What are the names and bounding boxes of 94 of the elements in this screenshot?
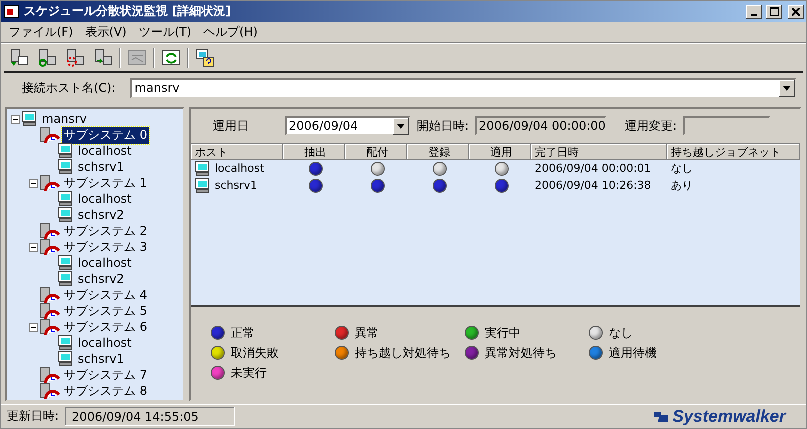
maximize-button[interactable] — [766, 4, 782, 18]
server-clock-icon — [40, 383, 60, 399]
tree-item[interactable]: サブシステム 6 — [62, 318, 150, 336]
legend-label: 未実行 — [231, 364, 267, 382]
column-header[interactable]: 抽出 — [283, 144, 345, 160]
computer-icon — [58, 335, 74, 351]
host-dropdown[interactable]: mansrv — [130, 78, 797, 98]
minus-icon — [31, 180, 36, 186]
collapse-toggle[interactable] — [11, 114, 20, 124]
minus-icon — [31, 324, 36, 330]
tree-item[interactable]: サブシステム 1 — [62, 174, 150, 192]
close-icon — [792, 8, 800, 16]
legend-label: 持ち越し対処待ち — [355, 344, 451, 362]
computer-icon — [58, 191, 74, 207]
tree-item[interactable]: サブシステム 5 — [62, 302, 150, 320]
host-label: 接続ホスト名(C): — [22, 80, 116, 96]
maximize-icon — [770, 7, 778, 16]
tree-item[interactable]: localhost — [76, 144, 134, 158]
tree-item[interactable]: サブシステム 4 — [62, 286, 150, 304]
legend-label: 異常 — [355, 324, 379, 342]
table-cell: なし — [671, 161, 693, 176]
updated-field: 2006/09/04 14:55:05 — [65, 407, 236, 426]
table-cell: schsrv1 — [215, 179, 258, 192]
computer-icon — [22, 111, 38, 127]
column-header[interactable]: 登録 — [407, 144, 469, 160]
server-clock-icon — [40, 223, 60, 239]
start-field: 2006/09/04 00:00:00 — [475, 116, 608, 136]
column-header[interactable]: 完了日時 — [531, 144, 667, 160]
legend-label: 適用待機 — [609, 344, 657, 362]
collapse-toggle[interactable] — [29, 178, 38, 188]
menu-item[interactable]: ヘルプ(H) — [200, 24, 262, 40]
caret-icon — [783, 86, 791, 90]
date-label: 運用日 — [213, 118, 249, 134]
start-label: 開始日時: — [417, 118, 470, 134]
logo-text: Systemwalker — [672, 406, 786, 426]
server-clock-icon — [40, 239, 60, 255]
table-cell: あり — [671, 178, 693, 193]
dropdown-button[interactable] — [393, 118, 409, 134]
server-clock-icon — [40, 367, 60, 383]
computer-icon — [58, 159, 74, 175]
date-dropdown[interactable]: 2006/09/04 — [285, 116, 411, 136]
computer-icon — [195, 178, 211, 194]
minimize-button[interactable] — [746, 4, 762, 18]
table-cell: 2006/09/04 00:00:01 — [535, 162, 652, 175]
tree-item[interactable]: サブシステム 0 — [62, 126, 150, 144]
server-clock-icon — [40, 303, 60, 319]
computer-icon — [58, 351, 74, 367]
computer-icon — [195, 160, 211, 176]
server-clock-icon — [40, 319, 60, 335]
updated-label: 更新日時: — [7, 408, 60, 425]
tree-item[interactable]: schsrv2 — [76, 272, 126, 286]
legend-label: 異常対処待ち — [485, 344, 557, 362]
collapse-toggle[interactable] — [29, 242, 38, 252]
tree-item[interactable]: localhost — [76, 256, 134, 270]
menu-item[interactable]: ツール(T) — [134, 24, 196, 40]
menu-item[interactable]: ファイル(F) — [5, 24, 78, 40]
menu-item[interactable]: 表示(V) — [81, 24, 131, 40]
minimize-icon — [751, 14, 757, 16]
server-clock-icon — [40, 175, 60, 191]
table-cell: localhost — [215, 162, 264, 175]
legend-label: 取消失敗 — [231, 344, 279, 362]
minus-icon — [13, 116, 18, 122]
tree-item[interactable]: localhost — [76, 192, 134, 206]
tree-item[interactable]: schsrv1 — [76, 352, 126, 366]
legend-label: 実行中 — [485, 324, 521, 342]
window-title: スケジュール分散状況監視 [詳細状況] — [24, 3, 232, 20]
tree-item[interactable]: サブシステム 7 — [62, 366, 150, 384]
change-label: 運用変更: — [625, 118, 678, 134]
dropdown-button[interactable] — [779, 80, 795, 96]
caret-icon — [397, 124, 405, 128]
column-header[interactable]: 持ち越しジョブネット — [667, 144, 800, 160]
tree-item[interactable]: サブシステム 3 — [62, 238, 150, 256]
tree-item[interactable]: localhost — [76, 336, 134, 350]
legend-label: 正常 — [231, 324, 255, 342]
column-header[interactable]: ホスト — [191, 144, 283, 160]
tree-item[interactable]: schsrv1 — [76, 160, 126, 174]
minus-icon — [31, 244, 36, 250]
column-header[interactable]: 配付 — [345, 144, 407, 160]
collapse-toggle[interactable] — [29, 322, 38, 332]
computer-icon — [58, 207, 74, 223]
computer-icon — [58, 255, 74, 271]
server-clock-icon — [40, 287, 60, 303]
close-button[interactable] — [788, 4, 804, 18]
computer-icon — [58, 271, 74, 287]
tree-item[interactable]: schsrv2 — [76, 208, 126, 222]
app-icon — [4, 4, 20, 20]
column-header[interactable]: 適用 — [469, 144, 531, 160]
tree-item[interactable]: サブシステム 2 — [62, 222, 150, 240]
tree-item[interactable]: mansrv — [40, 112, 89, 126]
computer-icon — [58, 143, 74, 159]
table-cell: 2006/09/04 10:26:38 — [535, 179, 652, 192]
tree-item[interactable]: サブシステム 8 — [62, 382, 150, 400]
server-clock-icon — [40, 127, 60, 143]
legend-label: なし — [609, 324, 633, 342]
